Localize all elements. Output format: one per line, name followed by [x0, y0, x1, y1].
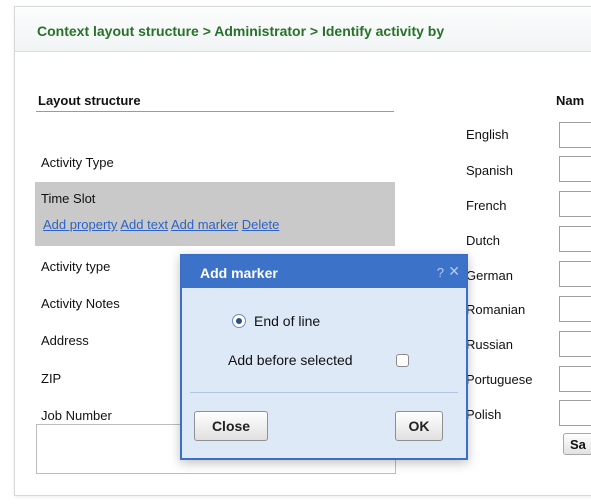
name-column-header: Nam [556, 93, 585, 108]
name-input-polish[interactable] [559, 400, 591, 426]
add-property-link[interactable]: Add property [43, 217, 117, 232]
item-actions: Add property Add text Add marker Delete [43, 217, 279, 232]
layout-item-activity-type-2[interactable]: Activity type [41, 259, 110, 274]
layout-item-job-number[interactable]: Job Number [41, 408, 112, 423]
lang-label-spanish: Spanish [466, 163, 513, 178]
name-input-portuguese[interactable] [559, 366, 591, 392]
add-text-link[interactable]: Add text [120, 217, 168, 232]
add-marker-dialog: Add marker ? ✕ End of line Add before se… [180, 254, 468, 460]
help-icon[interactable]: ? [437, 265, 444, 280]
dialog-title: Add marker [200, 265, 278, 281]
lang-label-romanian: Romanian [466, 302, 526, 317]
close-button[interactable]: Close [194, 411, 268, 441]
divider [36, 111, 394, 112]
lang-label-german: German [466, 268, 513, 283]
layout-structure-title: Layout structure [38, 93, 141, 108]
save-button[interactable]: Sa [563, 433, 591, 455]
dialog-titlebar[interactable]: Add marker ? ✕ [182, 256, 466, 288]
name-input-english[interactable] [559, 122, 591, 148]
lang-label-dutch: Dutch [466, 233, 500, 248]
name-input-russian[interactable] [559, 331, 591, 357]
name-input-french[interactable] [559, 191, 591, 217]
add-before-selected-checkbox[interactable] [396, 354, 409, 367]
breadcrumb: Context layout structure > Administrator… [37, 23, 445, 39]
ok-button[interactable]: OK [395, 411, 443, 441]
name-input-german[interactable] [559, 261, 591, 287]
name-input-dutch[interactable] [559, 226, 591, 252]
layout-item-activity-type[interactable]: Activity Type [41, 155, 114, 170]
end-of-line-label: End of line [254, 313, 321, 329]
lang-label-russian: Russian [466, 337, 513, 352]
lang-label-french: French [466, 198, 507, 213]
lang-label-polish: Polish [466, 407, 502, 422]
end-of-line-radio[interactable] [232, 314, 246, 328]
page-header: Context layout structure > Administrator… [15, 7, 591, 52]
close-icon[interactable]: ✕ [448, 263, 460, 280]
add-marker-link[interactable]: Add marker [171, 217, 238, 232]
selected-item-label: Time Slot [41, 191, 96, 206]
layout-item-zip[interactable]: ZIP [41, 371, 61, 386]
name-input-romanian[interactable] [559, 296, 591, 322]
layout-item-address[interactable]: Address [41, 333, 89, 348]
name-input-spanish[interactable] [559, 156, 591, 182]
layout-item-activity-notes[interactable]: Activity Notes [41, 296, 120, 311]
dialog-divider [190, 392, 458, 393]
lang-label-english: English [466, 127, 509, 142]
layout-item-selected[interactable]: Time Slot Add property Add text Add mark… [35, 182, 395, 246]
add-before-selected-label: Add before selected [228, 352, 353, 368]
delete-link[interactable]: Delete [242, 217, 280, 232]
lang-label-portuguese: Portuguese [466, 372, 533, 387]
